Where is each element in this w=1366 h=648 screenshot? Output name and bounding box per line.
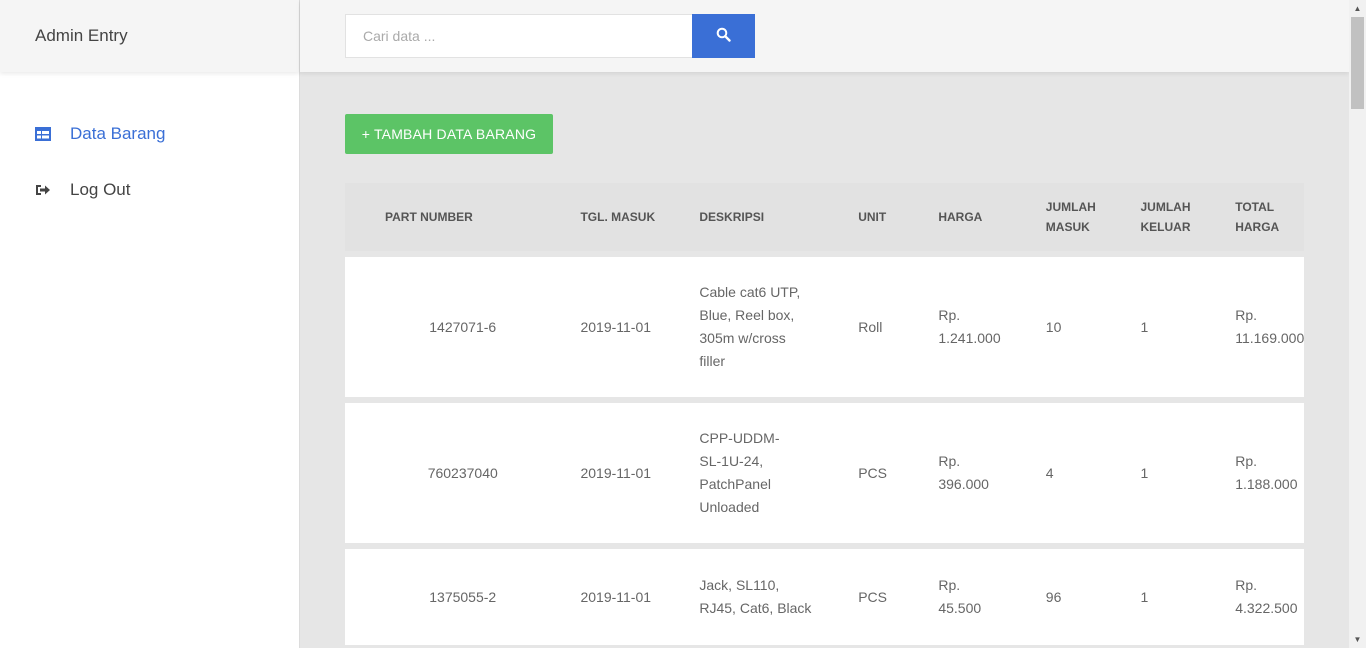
date-cell: 2019-11-01 (580, 257, 700, 397)
scroll-down-arrow-icon[interactable]: ▼ (1349, 631, 1366, 648)
brand-title: Admin Entry (0, 0, 299, 72)
description-cell: Cable cat6 UTP, Blue, Reel box, 305m w/c… (699, 257, 859, 397)
search-icon (716, 27, 731, 45)
column-header: PART NUMBER (345, 183, 581, 251)
column-header: TOTAL HARGA (1235, 183, 1304, 251)
search-input[interactable] (345, 14, 692, 58)
sidebar-nav: Data Barang Log Out (0, 72, 299, 218)
sidebar-item-data-barang[interactable]: Data Barang (0, 106, 299, 162)
column-header: JUMLAH KELUAR (1140, 183, 1236, 251)
scroll-thumb[interactable] (1351, 17, 1364, 109)
price-cell: Rp. 45.500 (938, 549, 1046, 645)
unit-cell: PCS (858, 549, 939, 645)
part-number-cell: 1427071-6 (345, 257, 581, 397)
unit-cell: Roll (858, 257, 939, 397)
scroll-up-arrow-icon[interactable]: ▲ (1349, 0, 1366, 17)
table-row[interactable]: 1427071-6 2019-11-01 Cable cat6 UTP, Blu… (345, 257, 1304, 397)
sidebar-item-log-out[interactable]: Log Out (0, 162, 299, 218)
column-header: JUMLAH MASUK (1045, 183, 1141, 251)
column-header: UNIT (858, 183, 939, 251)
top-bar (300, 0, 1349, 72)
data-table: PART NUMBER TGL. MASUK DESKRIPSI UNIT HA… (345, 183, 1304, 648)
part-number-cell: 760237040 (345, 403, 581, 543)
sidebar-item-label: Data Barang (70, 124, 166, 143)
price-cell: Rp. 396.000 (938, 403, 1046, 543)
date-cell: 2019-11-01 (580, 549, 700, 645)
column-header: TGL. MASUK (580, 183, 700, 251)
add-item-button[interactable]: + TAMBAH DATA BARANG (345, 114, 553, 154)
table-header-row: PART NUMBER TGL. MASUK DESKRIPSI UNIT HA… (345, 183, 1304, 251)
unit-cell: PCS (858, 403, 939, 543)
table-row[interactable]: 1375055-2 2019-11-01 Jack, SL110, RJ45, … (345, 549, 1304, 645)
table-row[interactable]: 760237040 2019-11-01 CPP-UDDM-SL-1U-24, … (345, 403, 1304, 543)
price-cell: Rp. 1.241.000 (938, 257, 1046, 397)
sign-out-icon (35, 182, 51, 198)
description-cell: Jack, SL110, RJ45, Cat6, Black (699, 549, 859, 645)
part-number-cell: 1375055-2 (345, 549, 581, 645)
qty-out-cell: 1 (1140, 403, 1236, 543)
qty-in-cell: 10 (1045, 257, 1141, 397)
scrollbar[interactable]: ▲ ▼ (1349, 0, 1366, 648)
description-cell: CPP-UDDM-SL-1U-24, PatchPanel Unloaded (699, 403, 859, 543)
sidebar: Admin Entry Data Barang Log Out (0, 0, 300, 648)
date-cell: 2019-11-01 (580, 403, 700, 543)
table-icon (35, 126, 51, 142)
qty-out-cell: 1 (1140, 257, 1236, 397)
qty-in-cell: 96 (1045, 549, 1141, 645)
total-cell: Rp. 4.322.500 (1235, 549, 1304, 645)
qty-out-cell: 1 (1140, 549, 1236, 645)
sidebar-item-label: Log Out (70, 180, 131, 199)
qty-in-cell: 4 (1045, 403, 1141, 543)
total-cell: Rp. 1.188.000 (1235, 403, 1304, 543)
search-button[interactable] (692, 14, 755, 58)
column-header: HARGA (938, 183, 1046, 251)
search-bar (345, 14, 755, 58)
column-header: DESKRIPSI (699, 183, 859, 251)
total-cell: Rp. 11.169.000 (1235, 257, 1304, 397)
